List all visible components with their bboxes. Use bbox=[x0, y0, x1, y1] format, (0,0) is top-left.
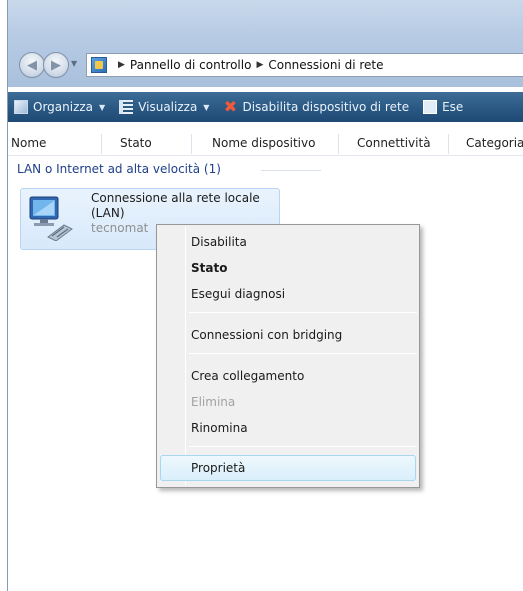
column-divider[interactable] bbox=[191, 134, 192, 154]
menu-item-bridge[interactable]: Connessioni con bridging bbox=[191, 324, 342, 346]
arrow-right-icon: ▶ bbox=[51, 57, 61, 73]
view-button[interactable]: Visualizza ▼ bbox=[119, 100, 209, 114]
disable-device-button[interactable]: ✖ Disabilita dispositivo di rete bbox=[223, 97, 410, 116]
organize-button[interactable]: Organizza ▼ bbox=[14, 100, 105, 114]
menu-item-diagnose[interactable]: Esegui diagnosi bbox=[191, 283, 285, 305]
menu-item-delete: Elimina bbox=[191, 395, 236, 409]
item-name-line: (LAN) bbox=[91, 206, 125, 220]
column-header-category[interactable]: Categoria bbox=[466, 136, 523, 150]
execute-label: Ese bbox=[442, 100, 464, 114]
address-bar[interactable]: ▶ Pannello di controllo ▶ Connessioni di… bbox=[86, 53, 523, 77]
menu-separator bbox=[189, 353, 417, 354]
menu-item-create-shortcut[interactable]: Crea collegamento bbox=[191, 365, 304, 387]
item-name-line: Connessione alla rete locale bbox=[91, 191, 260, 205]
column-headers: Nome Stato Nome dispositivo Connettività… bbox=[8, 132, 523, 156]
forward-button[interactable]: ▶ bbox=[43, 52, 69, 78]
item-device-name: tecnomat bbox=[91, 221, 149, 235]
menu-item-disable[interactable]: Disabilita bbox=[191, 231, 247, 253]
view-icon bbox=[119, 100, 134, 114]
network-connections-window: ◀ ▶ ▼ ▶ Pannello di controllo ▶ Connessi… bbox=[7, 0, 523, 591]
breadcrumb-arrow-icon[interactable]: ▶ bbox=[118, 60, 125, 70]
recent-pages-dropdown[interactable]: ▼ bbox=[71, 59, 81, 71]
organize-label: Organizza bbox=[33, 100, 94, 114]
red-x-icon: ✖ bbox=[223, 97, 238, 116]
column-header-connectivity[interactable]: Connettività bbox=[357, 136, 431, 150]
execute-button[interactable]: Ese bbox=[423, 100, 463, 114]
network-adapter-icon bbox=[29, 196, 73, 241]
column-divider[interactable] bbox=[448, 134, 449, 154]
menu-item-properties[interactable]: Proprietà bbox=[191, 457, 245, 479]
view-label: Visualizza bbox=[138, 100, 198, 114]
breadcrumb-control-panel[interactable]: Pannello di controllo bbox=[130, 58, 252, 72]
breadcrumb-network-connections[interactable]: Connessioni di rete bbox=[268, 58, 383, 72]
menu-separator bbox=[189, 446, 417, 447]
column-header-status[interactable]: Stato bbox=[120, 136, 152, 150]
column-header-name[interactable]: Nome bbox=[11, 136, 46, 150]
disable-device-label: Disabilita dispositivo di rete bbox=[242, 100, 410, 114]
column-header-device[interactable]: Nome dispositivo bbox=[212, 136, 315, 150]
column-divider[interactable] bbox=[338, 134, 339, 154]
breadcrumb-arrow-icon[interactable]: ▶ bbox=[256, 60, 263, 70]
control-panel-icon bbox=[91, 57, 107, 73]
back-button[interactable]: ◀ bbox=[19, 52, 45, 78]
menu-item-rename[interactable]: Rinomina bbox=[191, 417, 248, 439]
navigation-bar: ◀ ▶ ▼ ▶ Pannello di controllo ▶ Connessi… bbox=[8, 49, 523, 81]
chevron-down-icon: ▼ bbox=[71, 59, 78, 68]
chevron-down-icon: ▼ bbox=[99, 102, 106, 112]
group-divider bbox=[261, 170, 321, 171]
column-divider[interactable] bbox=[101, 134, 102, 154]
context-menu: Disabilita Stato Esegui diagnosi Conness… bbox=[156, 224, 420, 488]
command-toolbar: Organizza ▼ Visualizza ▼ ✖ Disabilita di… bbox=[8, 92, 523, 122]
arrow-left-icon: ◀ bbox=[27, 57, 37, 73]
item-name: Connessione alla rete locale (LAN) bbox=[91, 191, 260, 221]
menu-separator bbox=[189, 312, 417, 313]
organize-icon bbox=[14, 100, 28, 114]
chevron-down-icon: ▼ bbox=[203, 102, 210, 112]
diagnose-icon bbox=[423, 100, 438, 114]
menu-item-status[interactable]: Stato bbox=[191, 257, 227, 279]
group-header[interactable]: LAN o Internet ad alta velocità (1) bbox=[17, 162, 221, 176]
menu-gutter bbox=[185, 227, 186, 485]
